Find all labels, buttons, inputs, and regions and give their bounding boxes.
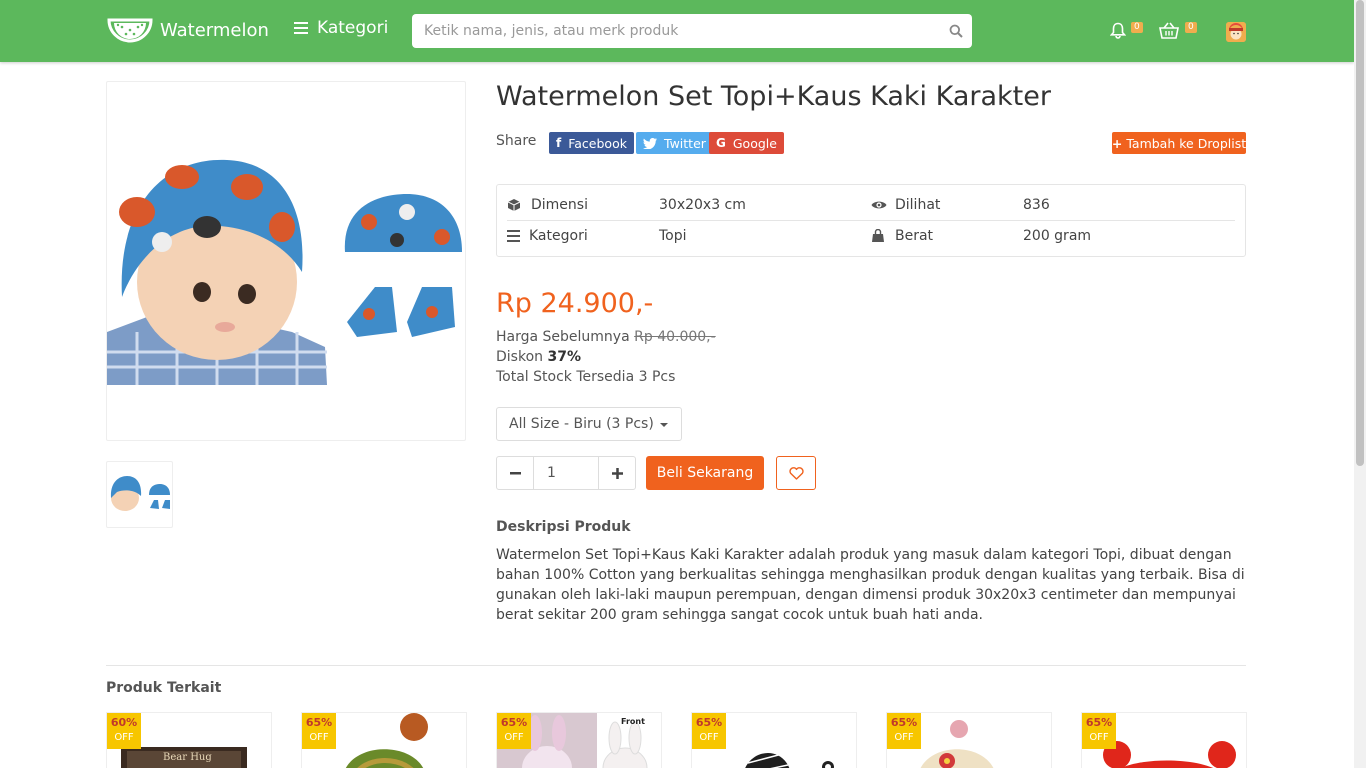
category-menu-button[interactable]: Kategori — [294, 18, 388, 38]
eye-icon — [871, 201, 887, 209]
description-text: Watermelon Set Topi+Kaus Kaki Karakter a… — [496, 547, 1245, 623]
minus-icon — [509, 471, 521, 474]
share-facebook-label: Facebook — [568, 135, 627, 151]
previous-price-line: Harga Sebelumnya Rp 40.000,- — [496, 329, 716, 345]
category-menu-label: Kategori — [317, 18, 389, 38]
related-product-card[interactable]: Front 65% OFF — [496, 712, 662, 768]
stock-text: Total Stock Tersedia 3 Pcs — [496, 369, 676, 385]
discount-off-label: OFF — [504, 732, 524, 743]
discount-badge: 65% OFF — [887, 713, 921, 749]
share-google-label: Google — [732, 135, 777, 151]
spec-divider — [507, 220, 1235, 221]
discount-off-label: OFF — [1089, 732, 1109, 743]
product-photo-illustration — [107, 159, 462, 385]
product-specs-table: Dimensi 30x20x3 cm Dilihat 836 Kategori … — [496, 184, 1246, 257]
top-navbar: Watermelon Kategori 0 0 — [0, 0, 1354, 62]
heart-icon — [788, 466, 804, 480]
scrollbar-thumb[interactable] — [1356, 0, 1364, 466]
discount-off-label: OFF — [699, 732, 719, 743]
discount-badge: 65% OFF — [497, 713, 531, 749]
user-avatar-icon — [1226, 22, 1246, 42]
bell-icon[interactable] — [1110, 22, 1126, 39]
related-product-card[interactable]: 65% OFF — [301, 712, 467, 768]
plus-icon — [611, 467, 623, 479]
spec-kategori-value: Topi — [659, 228, 687, 244]
main-product-image[interactable] — [106, 81, 466, 441]
related-products-title: Produk Terkait — [106, 680, 222, 696]
related-product-card[interactable]: 65% OFF — [691, 712, 857, 768]
spec-dimensi-label: Dimensi — [531, 197, 588, 213]
search-icon[interactable] — [949, 24, 963, 38]
twitter-icon — [643, 137, 657, 149]
variant-selected-value: All Size - Biru (3 Pcs) — [509, 416, 654, 432]
thumbnail-photo — [110, 476, 170, 511]
discount-label: Diskon — [496, 349, 544, 365]
weight-bag-icon — [872, 229, 884, 242]
discount-percent: 65% — [500, 716, 528, 729]
spec-berat-value: 200 gram — [1023, 228, 1092, 244]
facebook-icon: f — [556, 136, 562, 150]
list-icon — [507, 230, 520, 242]
related-product-brand-text: Bear Hug — [163, 752, 212, 763]
related-product-card[interactable]: 65% OFF — [1081, 712, 1247, 768]
search-bar — [412, 14, 972, 48]
quantity-decrease-button[interactable] — [497, 457, 533, 489]
hamburger-icon — [294, 22, 308, 34]
section-divider — [106, 665, 1246, 666]
related-product-front-label: Front — [621, 717, 645, 726]
user-avatar[interactable] — [1226, 22, 1246, 42]
product-title: Watermelon Set Topi+Kaus Kaki Karakter — [496, 81, 1051, 112]
product-price: Rp 24.900,- — [496, 288, 654, 319]
discount-percent: 60% — [110, 716, 138, 729]
variant-select[interactable]: All Size - Biru (3 Pcs) — [496, 407, 682, 441]
previous-price-label: Harga Sebelumnya — [496, 329, 630, 345]
add-to-droplist-label: Tambah ke Droplist — [1126, 135, 1247, 151]
discount-percent: 65% — [1085, 716, 1113, 729]
discount-badge: 65% OFF — [1082, 713, 1116, 749]
add-to-droplist-button[interactable]: + Tambah ke Droplist — [1112, 132, 1246, 154]
discount-percent: 65% — [695, 716, 723, 729]
wishlist-button[interactable] — [776, 456, 816, 490]
discount-off-label: OFF — [114, 732, 134, 743]
discount-badge: 65% OFF — [692, 713, 726, 749]
discount-percent: 65% — [890, 716, 918, 729]
buy-now-button[interactable]: Beli Sekarang — [646, 456, 764, 490]
discount-off-label: OFF — [309, 732, 329, 743]
quantity-stepper — [496, 456, 636, 490]
spec-dilihat-value: 836 — [1023, 197, 1050, 213]
discount-value: 37% — [547, 349, 581, 365]
cube-icon — [507, 199, 521, 211]
notification-count-badge: 0 — [1131, 22, 1143, 33]
related-product-card[interactable]: 65% OFF — [886, 712, 1052, 768]
brand-logo-link[interactable]: Watermelon — [106, 14, 269, 46]
plus-icon: + — [1111, 135, 1123, 151]
watermelon-logo-icon — [107, 18, 153, 43]
search-input[interactable] — [412, 14, 932, 48]
share-twitter-label: Twitter — [664, 135, 706, 151]
quantity-increase-button[interactable] — [599, 457, 635, 489]
discount-badge: 65% OFF — [302, 713, 336, 749]
cart-count-badge: 0 — [1185, 22, 1197, 33]
quantity-input[interactable] — [533, 457, 599, 489]
product-thumbnail[interactable] — [106, 461, 173, 528]
share-twitter-button[interactable]: Twitter — [636, 132, 713, 154]
spec-dimensi-value: 30x20x3 cm — [659, 197, 746, 213]
google-icon: G — [716, 136, 726, 150]
discount-percent: 65% — [305, 716, 333, 729]
discount-line: Diskon 37% — [496, 349, 581, 365]
share-google-button[interactable]: G Google — [709, 132, 784, 154]
share-facebook-button[interactable]: f Facebook — [549, 132, 634, 154]
discount-off-label: OFF — [894, 732, 914, 743]
spec-kategori-label: Kategori — [529, 228, 588, 244]
spec-berat-label: Berat — [895, 228, 934, 244]
brand-name: Watermelon — [160, 19, 269, 41]
previous-price-value: Rp 40.000,- — [634, 329, 716, 345]
spec-dilihat-label: Dilihat — [895, 197, 941, 213]
basket-icon[interactable] — [1159, 22, 1179, 39]
share-label: Share — [496, 133, 537, 149]
related-product-card[interactable]: Bear Hug 60% OFF — [106, 712, 272, 768]
discount-badge: 60% OFF — [107, 713, 141, 749]
caret-down-icon — [660, 423, 668, 427]
description-title: Deskripsi Produk — [496, 519, 631, 535]
